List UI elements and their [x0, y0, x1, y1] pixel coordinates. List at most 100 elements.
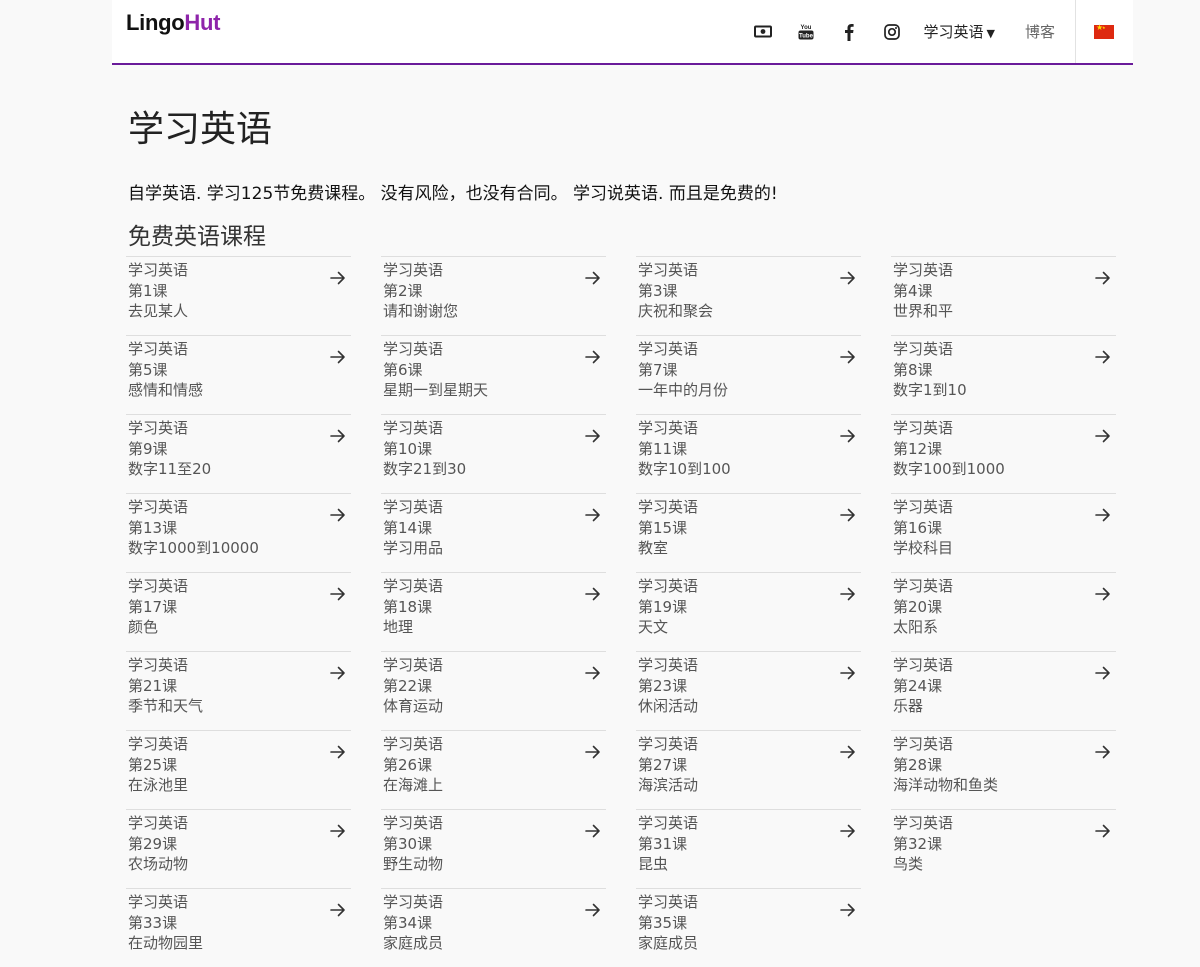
arrow-right-icon: [330, 508, 345, 522]
lesson-number: 第8课: [893, 360, 933, 379]
lesson-card[interactable]: 学习英语 第33课 在动物园里: [126, 888, 351, 967]
lesson-topic: 数字21到30: [383, 460, 467, 478]
lesson-topic: 家庭成员: [638, 934, 699, 952]
lesson-language: 学习英语: [128, 340, 189, 358]
svg-text:Tube: Tube: [799, 33, 814, 39]
lesson-number: 第30课: [383, 834, 433, 853]
lesson-card[interactable]: 学习英语 第29课 农场动物: [126, 809, 351, 888]
lesson-card[interactable]: 学习英语 第2课 请和谢谢您: [381, 256, 606, 335]
arrow-right-icon: [840, 271, 855, 285]
learn-english-dropdown[interactable]: 学习英语 ▼: [924, 21, 995, 42]
lesson-card[interactable]: 学习英语 第15课 教室: [636, 493, 861, 572]
arrow-right-icon: [330, 903, 345, 917]
lesson-card[interactable]: 学习英语 第24课 乐器: [891, 651, 1116, 730]
lesson-card[interactable]: 学习英语 第14课 学习用品: [381, 493, 606, 572]
lesson-card[interactable]: 学习英语 第10课 数字21到30: [381, 414, 606, 493]
lesson-language: 学习英语: [638, 893, 699, 911]
lesson-language: 学习英语: [128, 419, 189, 437]
lesson-card[interactable]: 学习英语 第20课 太阳系: [891, 572, 1116, 651]
lesson-card[interactable]: 学习英语 第23课 休闲活动: [636, 651, 861, 730]
lesson-topic: 感情和情感: [128, 381, 204, 399]
arrow-right-icon: [585, 666, 600, 680]
lesson-language: 学习英语: [893, 656, 954, 674]
lesson-topic: 数字1到10: [893, 381, 967, 399]
lesson-topic: 农场动物: [128, 855, 189, 873]
lesson-language: 学习英语: [128, 893, 189, 911]
lesson-card[interactable]: 学习英语第19课天文: [636, 572, 861, 651]
lesson-card[interactable]: 学习英语 第8课 数字1到10: [891, 335, 1116, 414]
instagram-icon[interactable]: [881, 21, 903, 43]
lesson-number: 第26课: [383, 755, 433, 774]
facebook-icon[interactable]: [838, 21, 860, 43]
lesson-number: 第19课: [638, 597, 688, 616]
lesson-topic: 天文: [638, 618, 669, 636]
lesson-card[interactable]: 学习英语 第13课 数字1000到10000: [126, 493, 351, 572]
arrow-right-icon: [840, 429, 855, 443]
lesson-language: 学习英语: [383, 577, 444, 595]
money-icon[interactable]: [752, 21, 774, 43]
blog-link[interactable]: 博客: [1025, 21, 1055, 42]
lesson-card[interactable]: 学习英语 第6课 星期一到星期天: [381, 335, 606, 414]
lesson-topic: 数字100到1000: [893, 460, 1005, 478]
lesson-language: 学习英语: [893, 261, 954, 279]
arrow-right-icon: [330, 824, 345, 838]
lesson-topic: 在海滩上: [383, 776, 444, 794]
lesson-topic: 在动物园里: [128, 934, 204, 952]
lesson-card[interactable]: 学习英语 第21课 季节和天气: [126, 651, 351, 730]
arrow-right-icon: [1095, 824, 1110, 838]
lesson-number: 第17课: [128, 597, 178, 616]
lesson-card[interactable]: 学习英语 第5课 感情和情感: [126, 335, 351, 414]
arrow-right-icon: [1095, 508, 1110, 522]
lesson-number: 第21课: [128, 676, 178, 695]
lesson-card[interactable]: 学习英语 第18课 地理: [381, 572, 606, 651]
lesson-card[interactable]: 学习英语 第11课 数字10到100: [636, 414, 861, 493]
lesson-card[interactable]: 学习英语 第7课 一年中的月份: [636, 335, 861, 414]
lesson-card[interactable]: 学习英语 第30课 野生动物: [381, 809, 606, 888]
lesson-number: 第31课: [638, 834, 688, 853]
lesson-language: 学习英语: [893, 735, 954, 753]
arrow-right-icon: [585, 903, 600, 917]
lesson-card[interactable]: 学习英语 第31课 昆虫: [636, 809, 861, 888]
lesson-language: 学习英语: [383, 340, 444, 358]
lesson-card[interactable]: 学习英语 第16课 学校科目: [891, 493, 1116, 572]
lesson-number: 第6课: [383, 360, 423, 379]
lesson-card[interactable]: 学习英语 第27课 海滨活动: [636, 730, 861, 809]
lesson-card[interactable]: 学习英语 第34课 家庭成员: [381, 888, 606, 967]
intro-text: 自学英语. 学习125节免费课程。 没有风险，也没有合同。 学习说英语. 而且是…: [128, 184, 778, 204]
lesson-card[interactable]: 学习英语 第12课 数字100到1000: [891, 414, 1116, 493]
lesson-language: 学习英语: [893, 498, 954, 516]
lesson-card[interactable]: 学习英语 第35课 家庭成员: [636, 888, 861, 967]
lesson-card[interactable]: 学习英语 第17课 颜色: [126, 572, 351, 651]
lesson-language: 学习英语: [638, 814, 699, 832]
cn-flag-icon[interactable]: ★ ★: [1094, 23, 1114, 39]
arrow-right-icon: [585, 429, 600, 443]
lesson-language: 学习英语: [383, 498, 444, 516]
lesson-language: 学习英语: [638, 261, 699, 279]
lesson-card[interactable]: 学习英语 第32课 鸟类: [891, 809, 1116, 888]
page-title: 学习英语: [128, 109, 273, 150]
lesson-number: 第9课: [128, 439, 168, 458]
lesson-topic: 体育运动: [383, 697, 444, 715]
lesson-language: 学习英语: [383, 735, 444, 753]
lesson-topic: 请和谢谢您: [383, 302, 459, 320]
lesson-card[interactable]: 学习英语第26课在海滩上: [381, 730, 606, 809]
arrow-right-icon: [840, 508, 855, 522]
arrow-right-icon: [330, 587, 345, 601]
lesson-language: 学习英语: [638, 656, 699, 674]
youtube-icon[interactable]: You Tube: [795, 21, 817, 43]
lesson-card[interactable]: 学习英语 第4课 世界和平: [891, 256, 1116, 335]
lesson-card[interactable]: 学习英语 第9课 数字11至20: [126, 414, 351, 493]
lesson-number: 第2课: [383, 281, 423, 300]
lesson-card[interactable]: 学习英语 第1课 去见某人: [126, 256, 351, 335]
lesson-topic: 季节和天气: [128, 697, 204, 715]
lesson-number: 第10课: [383, 439, 433, 458]
lesson-card[interactable]: 学习英语 第22课 体育运动: [381, 651, 606, 730]
lesson-topic: 海滨活动: [638, 776, 699, 794]
arrow-right-icon: [1095, 350, 1110, 364]
lesson-language: 学习英语: [638, 577, 699, 595]
lesson-card[interactable]: 学习英语 第25课 在泳池里: [126, 730, 351, 809]
arrow-right-icon: [330, 271, 345, 285]
lesson-card[interactable]: 学习英语 第28课 海洋动物和鱼类: [891, 730, 1116, 809]
lingohut-logo[interactable]: LingoHut: [126, 10, 220, 36]
lesson-card[interactable]: 学习英语 第3课 庆祝和聚会: [636, 256, 861, 335]
